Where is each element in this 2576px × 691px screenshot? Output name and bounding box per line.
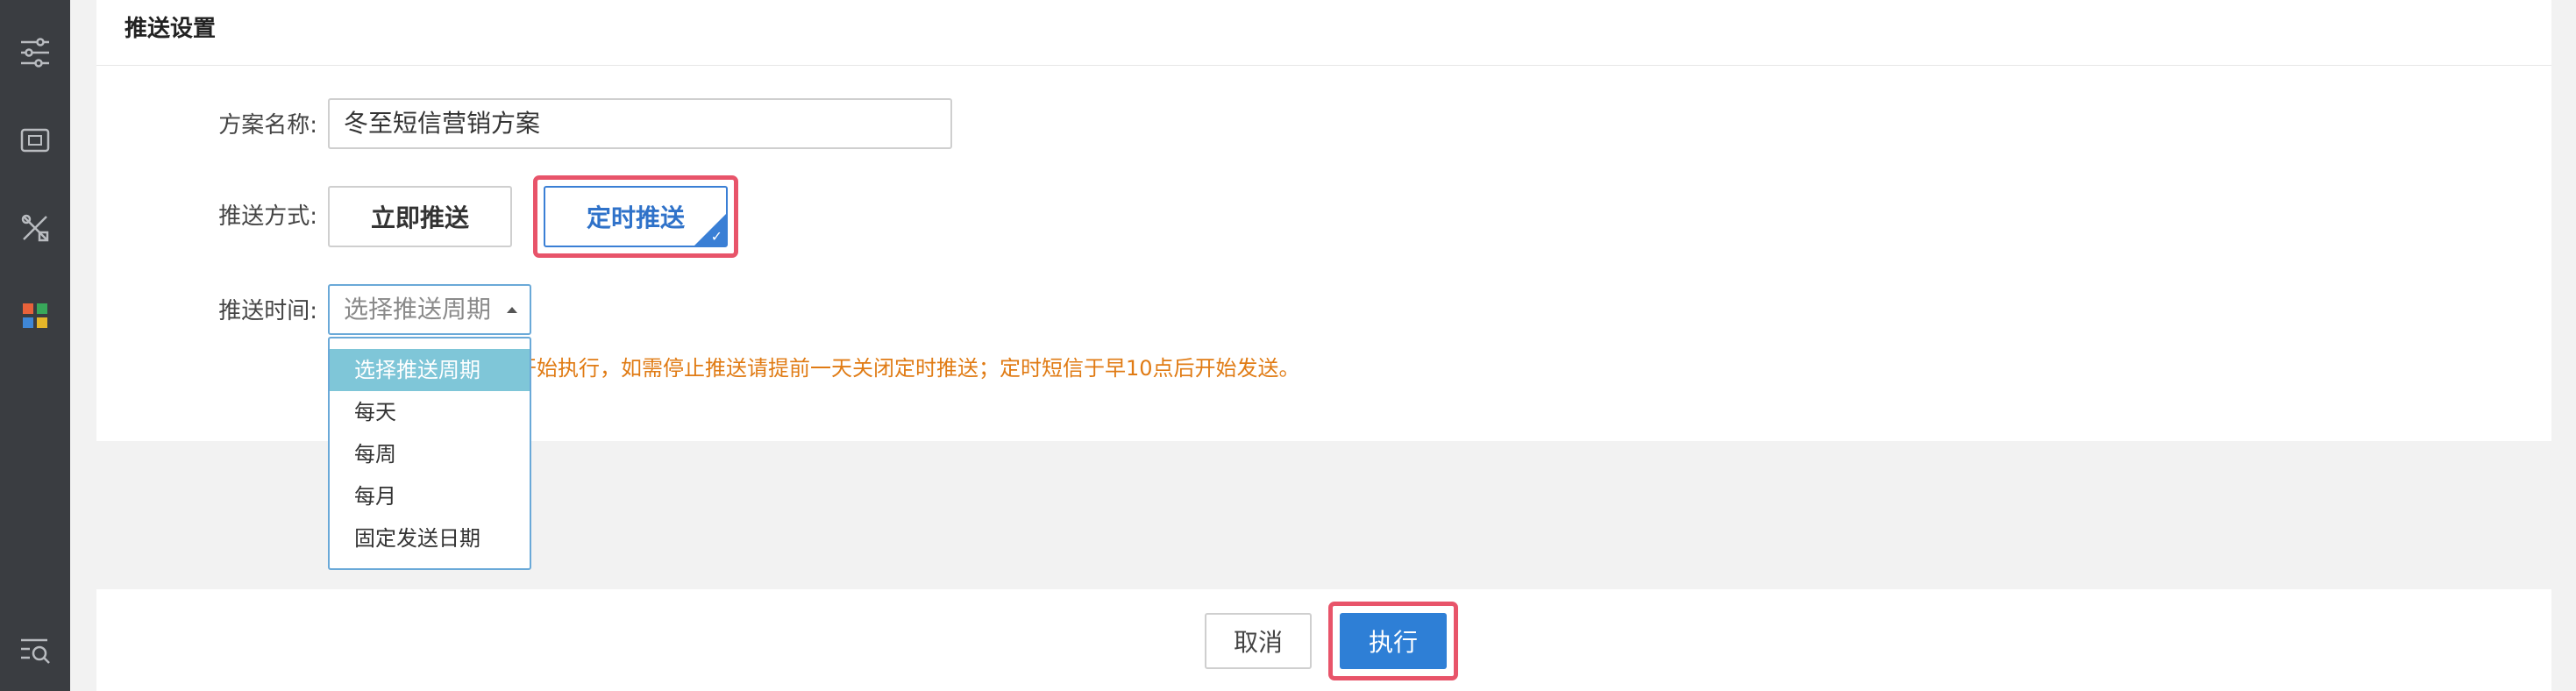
dropdown-option-fixed-date[interactable]: 固定发送日期: [330, 517, 530, 559]
push-mode-scheduled-button[interactable]: 定时推送 ✓: [544, 186, 728, 247]
plan-name-input[interactable]: 冬至短信营销方案: [328, 98, 952, 149]
action-bar: 取消 执行: [96, 589, 2551, 691]
push-mode-label: 推送方式:: [218, 203, 317, 230]
push-time-dropdown: 选择推送周期 每天 每周 每月 固定发送日期: [328, 337, 531, 570]
cancel-button[interactable]: 取消: [1205, 613, 1312, 669]
dropdown-option-daily[interactable]: 每天: [330, 391, 530, 433]
dropdown-option-weekly[interactable]: 每周: [330, 433, 530, 475]
schedule-notice: 开始执行，如需停止推送请提前一天关闭定时推送；定时短信于早10点后开始发送。: [516, 356, 1300, 381]
check-icon: ✓: [710, 228, 722, 245]
push-time-label: 推送时间:: [218, 298, 317, 324]
sliders-icon[interactable]: [16, 33, 54, 72]
section-title: 推送设置: [125, 16, 217, 42]
section-divider: [96, 65, 2551, 66]
left-sidebar: [0, 0, 70, 691]
search-list-icon[interactable]: [16, 631, 54, 670]
caret-up-icon: [507, 307, 517, 313]
push-mode-immediate-label: 立即推送: [370, 203, 469, 232]
push-settings-card: 推送设置 方案名称: 冬至短信营销方案 推送方式: 立即推送 定时推送 ✓ 推送…: [96, 0, 2551, 570]
plan-name-label: 方案名称:: [218, 112, 317, 139]
execute-button[interactable]: 执行: [1340, 613, 1447, 669]
ticket-icon[interactable]: [16, 121, 54, 160]
tools-icon[interactable]: [16, 209, 54, 247]
push-mode-immediate-button[interactable]: 立即推送: [328, 186, 512, 247]
apps-grid-icon[interactable]: [16, 296, 54, 335]
push-time-placeholder: 选择推送周期: [344, 295, 492, 324]
push-mode-scheduled-label: 定时推送: [586, 203, 685, 232]
dropdown-option-placeholder[interactable]: 选择推送周期: [330, 349, 530, 391]
push-time-select[interactable]: 选择推送周期: [328, 284, 531, 335]
dropdown-option-monthly[interactable]: 每月: [330, 475, 530, 517]
